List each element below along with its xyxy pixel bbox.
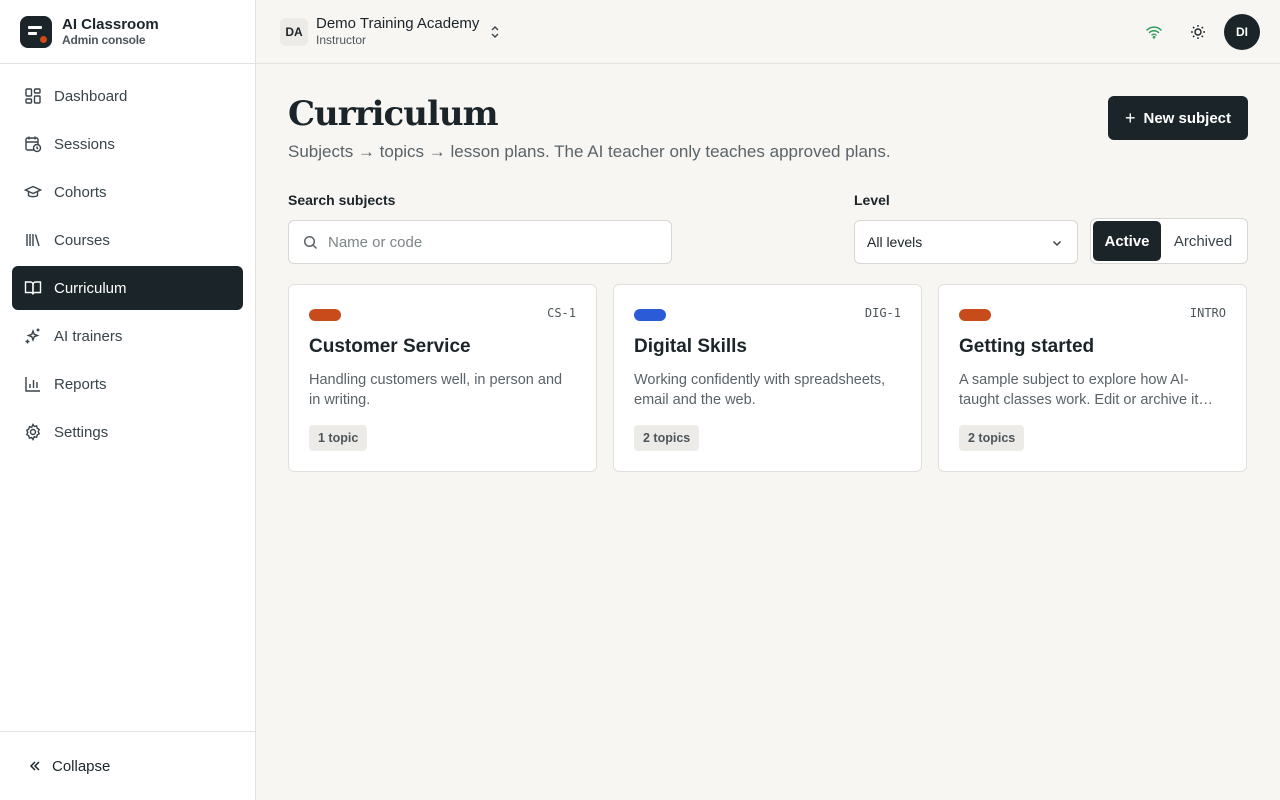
subject-color-pill [959, 309, 991, 321]
sidebar-item-dashboard[interactable]: Dashboard [12, 74, 243, 118]
new-subject-button[interactable]: + New subject [1108, 96, 1248, 140]
subject-title: Customer Service [309, 336, 471, 357]
brand: AI Classroom Admin console [0, 0, 255, 64]
avatar[interactable]: DI [1224, 14, 1260, 50]
topic-count-badge: 2 topics [959, 425, 1025, 451]
level-label: Level [854, 192, 890, 208]
sidebar-item-label: Cohorts [54, 183, 107, 201]
connection-status-button[interactable] [1136, 14, 1172, 50]
sidebar-item-label: Courses [54, 231, 110, 249]
chevrons-up-down-icon[interactable] [489, 24, 501, 40]
subject-card[interactable]: CS-1 Customer Service Handling customers… [288, 284, 597, 472]
sidebar-item-label: Settings [54, 423, 109, 441]
subject-description: Handling customers well, in person and i… [309, 372, 563, 408]
collapse-label: Collapse [52, 757, 111, 775]
page-subtitle: Subjects → topics → lesson plans. The AI… [288, 142, 891, 161]
sun-icon [1191, 25, 1205, 39]
sidebar-item-label: Dashboard [54, 87, 128, 105]
graduation-cap-icon [24, 185, 42, 198]
search-box [288, 220, 672, 264]
sidebar-item-label: AI trainers [54, 327, 123, 345]
subject-title: Digital Skills [634, 336, 747, 357]
status-filter: Active Archived [1090, 218, 1248, 264]
level-select[interactable]: All levels [854, 220, 1078, 264]
topbar: DA Demo Training Academy Instructor DI [256, 0, 1280, 64]
subject-card[interactable]: INTRO Getting started A sample subject t… [938, 284, 1247, 472]
subject-description: A sample subject to explore how AI-taugh… [959, 372, 1213, 408]
subject-card[interactable]: DIG-1 Digital Skills Working confidently… [613, 284, 922, 472]
new-subject-label: New subject [1143, 109, 1232, 127]
subject-list: CS-1 Customer Service Handling customers… [288, 284, 1247, 472]
subject-code: DIG-1 [864, 306, 901, 320]
sidebar-item-courses[interactable]: Courses [12, 218, 243, 262]
sidebar-item-ai-trainers[interactable]: AI trainers [12, 314, 243, 358]
tab-archived[interactable]: Archived [1161, 221, 1245, 261]
topic-count-badge: 2 topics [634, 425, 700, 451]
sidebar: AI Classroom Admin console Dashboard Ses… [0, 0, 256, 800]
sidebar-item-settings[interactable]: Settings [12, 410, 243, 454]
sidebar-item-label: Sessions [54, 135, 115, 153]
sidebar-item-label: Curriculum [54, 279, 127, 297]
sidebar-item-sessions[interactable]: Sessions [12, 122, 243, 166]
wifi-icon [1146, 26, 1162, 39]
page-title: Curriculum [288, 94, 499, 134]
org-badge: DA [280, 17, 308, 46]
app-subtitle: Admin console [62, 32, 146, 47]
sidebar-item-label: Reports [54, 375, 107, 393]
sidebar-nav: Dashboard Sessions Cohorts Courses Curri… [0, 64, 255, 454]
gear-icon [25, 423, 41, 441]
sidebar-item-reports[interactable]: Reports [12, 362, 243, 406]
app-name: AI Classroom [62, 15, 159, 33]
plus-icon: + [1124, 107, 1136, 128]
subject-code: CS-1 [547, 306, 576, 320]
org-role: Instructor [316, 33, 367, 47]
subject-code: INTRO [1189, 306, 1226, 320]
collapse-sidebar-button[interactable]: Collapse [0, 731, 255, 800]
topic-count-badge: 1 topic [309, 425, 368, 451]
dashboard-icon [25, 88, 41, 104]
bar-chart-icon [25, 377, 40, 392]
theme-toggle-button[interactable] [1180, 14, 1216, 50]
chevrons-left-icon [29, 761, 40, 771]
org-name: Demo Training Academy [316, 15, 480, 32]
subject-title: Getting started [959, 336, 1095, 357]
search-input[interactable] [328, 233, 648, 251]
chevron-down-icon [1052, 240, 1062, 247]
sparkles-icon [25, 328, 40, 344]
subject-color-pill [634, 309, 666, 321]
sidebar-item-curriculum[interactable]: Curriculum [12, 266, 243, 310]
level-select-value: All levels [867, 234, 923, 250]
calendar-clock-icon [25, 136, 42, 153]
search-label: Search subjects [288, 192, 396, 208]
subject-description: Working confidently with spreadsheets, e… [634, 372, 886, 408]
book-open-icon [24, 281, 42, 295]
tab-active[interactable]: Active [1093, 221, 1161, 261]
search-icon [303, 235, 318, 249]
subject-color-pill [309, 309, 341, 321]
library-icon [26, 234, 40, 247]
sidebar-item-cohorts[interactable]: Cohorts [12, 170, 243, 214]
org-switcher[interactable]: Demo Training Academy Instructor [316, 15, 479, 48]
app-logo-icon [20, 15, 52, 48]
